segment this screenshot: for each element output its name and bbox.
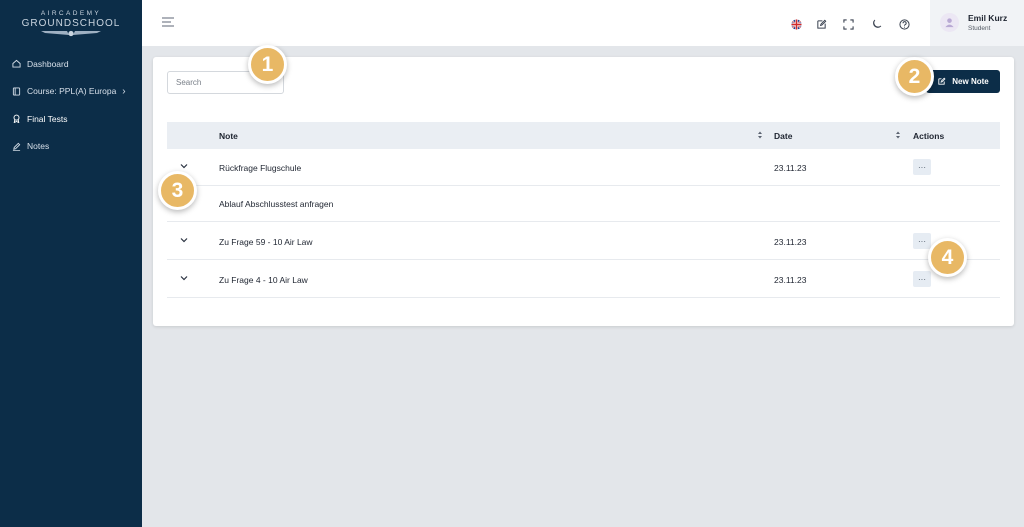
menu-toggle-icon[interactable]	[162, 17, 174, 27]
note-date: 23.11.23	[774, 237, 807, 247]
note-content: Ablauf Abschlusstest anfragen	[219, 199, 334, 209]
callout-marker-3: 3	[158, 171, 197, 210]
help-icon[interactable]	[899, 17, 910, 30]
table-row[interactable]: Rückfrage Flugschule 23.11.23 ···	[167, 149, 1000, 186]
new-note-button[interactable]: New Note	[926, 70, 1000, 93]
column-header-actions: Actions	[913, 131, 945, 141]
column-header-date[interactable]: Date	[774, 131, 792, 141]
sidebar-item-label: Course: PPL(A) Europa	[27, 86, 117, 97]
brand-main-text: GROUNDSCHOOL	[21, 17, 121, 29]
moon-icon[interactable]	[871, 17, 882, 28]
callout-marker-4: 4	[928, 238, 967, 277]
notes-card: New Note Note Date Actions Rückfrage Flu…	[153, 57, 1014, 326]
note-title: Rückfrage Flugschule	[219, 163, 302, 173]
avatar	[940, 13, 959, 32]
actions-button[interactable]: ···	[913, 233, 931, 249]
sidebar-item-label: Final Tests	[27, 113, 68, 124]
user-menu[interactable]: Emil Kurz Student	[930, 0, 1024, 46]
note-edit-icon[interactable]	[816, 17, 827, 29]
sidebar-item-final-tests[interactable]: Final Tests	[0, 105, 142, 133]
callout-marker-2: 2	[895, 57, 934, 96]
chevron-down-icon[interactable]	[180, 163, 188, 169]
table-row[interactable]: Zu Frage 59 - 10 Air Law 23.11.23 ···	[167, 223, 1000, 260]
chevron-right-icon: ›	[122, 85, 126, 97]
home-icon	[12, 59, 21, 68]
note-date: 23.11.23	[774, 163, 807, 173]
sort-icon[interactable]	[895, 130, 901, 140]
award-icon	[12, 114, 21, 124]
actions-button[interactable]: ···	[913, 159, 931, 175]
table-header: Note Date Actions	[167, 122, 1000, 149]
chevron-down-icon[interactable]	[180, 275, 188, 281]
sidebar-nav: Dashboard Course: PPL(A) Europa › Final …	[0, 50, 142, 160]
user-role: Student	[968, 25, 991, 32]
book-icon	[12, 87, 21, 96]
brand-top-text: AIRCADEMY	[40, 9, 102, 17]
sidebar: AIRCADEMY GROUNDSCHOOL Dashboard Course:…	[0, 0, 142, 527]
note-detail: Ablauf Abschlusstest anfragen	[167, 186, 1000, 222]
new-note-label: New Note	[952, 77, 989, 86]
uk-flag-icon[interactable]	[791, 17, 802, 30]
sort-icon[interactable]	[757, 130, 763, 140]
wings-icon	[41, 30, 101, 36]
topbar: Emil Kurz Student	[142, 0, 1024, 46]
note-title: Zu Frage 59 - 10 Air Law	[219, 237, 313, 247]
user-name: Emil Kurz	[968, 13, 1008, 23]
column-header-note[interactable]: Note	[219, 131, 238, 141]
sidebar-item-label: Notes	[27, 141, 50, 152]
pencil-icon	[12, 142, 21, 151]
user-icon	[945, 18, 954, 28]
brand-logo[interactable]: AIRCADEMY GROUNDSCHOOL	[0, 0, 142, 46]
note-date: 23.11.23	[774, 275, 807, 285]
sidebar-item-dashboard[interactable]: Dashboard	[0, 50, 142, 78]
callout-marker-1: 1	[248, 45, 287, 84]
note-add-icon	[938, 77, 946, 85]
table-row[interactable]: Zu Frage 4 - 10 Air Law 23.11.23 ···	[167, 261, 1000, 298]
fullscreen-icon[interactable]	[843, 17, 854, 30]
actions-button[interactable]: ···	[913, 271, 931, 287]
chevron-down-icon[interactable]	[180, 237, 188, 243]
sidebar-item-label: Dashboard	[27, 58, 69, 69]
sidebar-item-notes[interactable]: Notes	[0, 133, 142, 161]
sidebar-item-course[interactable]: Course: PPL(A) Europa ›	[0, 78, 142, 106]
note-title: Zu Frage 4 - 10 Air Law	[219, 275, 308, 285]
